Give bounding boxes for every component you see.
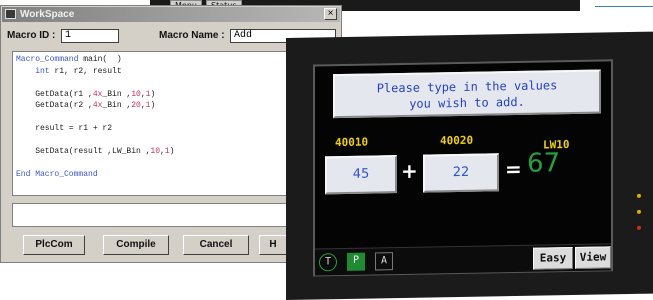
- code-text: _Bin ,: [102, 101, 132, 110]
- code-line: GetData(r2 ,4x_Bin ,20,1): [16, 101, 155, 111]
- plccom-button[interactable]: PlcCom: [23, 235, 85, 255]
- code-text: r1, r2, result: [49, 66, 122, 76]
- cancel-button[interactable]: Cancel: [183, 235, 249, 255]
- macro-id-field[interactable]: 1: [61, 29, 119, 43]
- a-icon[interactable]: A: [375, 252, 393, 271]
- input-value-1[interactable]: 45: [325, 155, 397, 195]
- code-number: 20: [131, 101, 141, 110]
- address-label-2: 40020: [440, 133, 474, 148]
- prompt-line: you wish to add.: [409, 94, 525, 111]
- macro-name-label: Macro Name :: [159, 30, 225, 41]
- address-label-1: 40010: [335, 135, 369, 150]
- easy-button[interactable]: Easy: [533, 246, 573, 270]
- code-line: int r1, r2, result: [16, 66, 122, 77]
- workspace-titlebar[interactable]: WorkSpace ×: [2, 7, 340, 22]
- code-number: 4x: [92, 89, 103, 99]
- code-text: ): [169, 147, 175, 156]
- help-button[interactable]: H: [259, 235, 287, 255]
- code-line: End Macro_Command: [16, 170, 98, 180]
- code-text: SetData(result ,LW_Bin ,: [16, 147, 151, 156]
- hmi-screen: Please type in the values you wish to ad…: [313, 59, 613, 277]
- hmi-device: Please type in the values you wish to ad…: [286, 31, 653, 300]
- p-icon[interactable]: P: [347, 252, 365, 271]
- instruction-prompt: Please type in the values you wish to ad…: [333, 69, 601, 119]
- code-keyword: End Macro_Command: [16, 170, 98, 179]
- code-line: GetData(r1 ,4x_Bin ,10,1): [16, 90, 155, 100]
- code-line: Macro_Command main( ): [16, 55, 122, 65]
- code-line: SetData(result ,LW_Bin ,10,1): [16, 147, 174, 157]
- compile-button[interactable]: Compile: [103, 235, 169, 255]
- plus-sign: +: [401, 158, 418, 183]
- com-led-icon: [637, 225, 641, 230]
- code-text: result = r1 + r2: [16, 124, 113, 133]
- code-text: main( ): [78, 55, 122, 64]
- view-button[interactable]: View: [575, 246, 611, 269]
- input-value-2[interactable]: 22: [423, 153, 499, 193]
- app-icon: [5, 9, 16, 19]
- close-icon[interactable]: ×: [324, 8, 337, 20]
- code-keyword: Macro_Command: [16, 55, 79, 64]
- decorative-rule: [595, 6, 653, 7]
- cpu-led-icon: [637, 209, 641, 214]
- code-text: _Bin ,: [102, 89, 132, 99]
- code-keyword: int: [35, 66, 50, 76]
- code-text: GetData(r2 ,: [16, 101, 93, 110]
- code-text: GetData(r1 ,: [16, 89, 93, 99]
- code-number: 4x: [92, 101, 103, 110]
- t-icon[interactable]: T: [319, 253, 337, 272]
- macro-id-label: Macro ID :: [7, 30, 56, 41]
- compile-message-box: [12, 203, 312, 227]
- code-number: 10: [150, 147, 161, 156]
- power-led-icon: [637, 193, 641, 198]
- equals-sign: =: [505, 156, 522, 182]
- code-line: result = r1 + r2: [16, 124, 112, 134]
- code-number: 10: [131, 89, 141, 99]
- window-title: WorkSpace: [20, 9, 75, 20]
- code-text: ): [150, 89, 156, 99]
- hmi-bottom-bar: T P A Easy View: [315, 243, 611, 276]
- code-text: ): [150, 101, 156, 110]
- result-value: 67: [527, 148, 561, 179]
